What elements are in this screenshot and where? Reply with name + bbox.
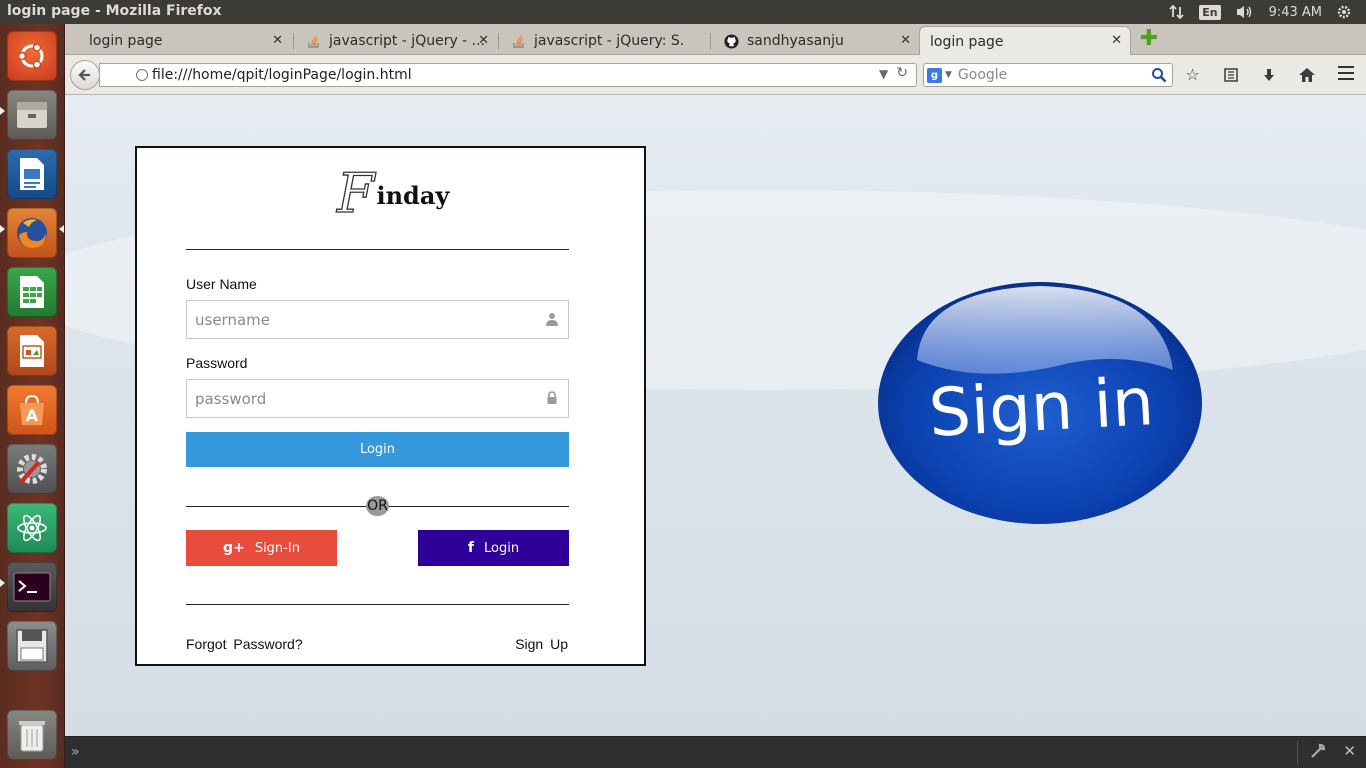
close-tab-icon[interactable]: ✕ bbox=[1111, 33, 1122, 48]
page-content: F inday User Name username Password pass… bbox=[65, 95, 1366, 736]
stackoverflow-icon bbox=[513, 35, 524, 48]
google-signin-button[interactable]: g+ Sign-In bbox=[186, 530, 337, 566]
new-tab-plus-icon[interactable]: ✚ bbox=[1139, 28, 1159, 50]
expand-chevron-icon[interactable]: » bbox=[71, 744, 80, 760]
stackoverflow-icon bbox=[308, 35, 319, 48]
sign-in-badge-text: Sign in bbox=[927, 363, 1156, 452]
close-tab-icon[interactable]: ✕ bbox=[478, 33, 489, 48]
home-icon[interactable] bbox=[1297, 65, 1316, 84]
volume-icon[interactable] bbox=[1235, 4, 1255, 20]
wrench-icon[interactable] bbox=[1310, 743, 1326, 763]
login-button[interactable]: Login bbox=[186, 432, 569, 467]
focused-indicator bbox=[59, 225, 64, 233]
navigation-bar: file:///home/qpit/loginPage/login.html ▼… bbox=[65, 55, 1366, 95]
tab-github[interactable]: sandhyasanju ✕ bbox=[714, 27, 919, 55]
tab-login-page-active[interactable]: login page ✕ bbox=[919, 26, 1131, 56]
reload-icon[interactable]: ↻ bbox=[896, 65, 908, 81]
menu-hamburger-icon[interactable] bbox=[1338, 66, 1354, 80]
or-badge: OR bbox=[366, 496, 389, 516]
username-input[interactable]: username bbox=[186, 300, 569, 339]
svg-text:A: A bbox=[26, 406, 39, 425]
login-card: F inday User Name username Password pass… bbox=[135, 146, 646, 666]
close-toolbar-icon[interactable]: ✕ bbox=[1343, 742, 1356, 760]
tab-jquery-1[interactable]: javascript - jQuery - ... ✕ bbox=[297, 27, 497, 55]
google-engine-icon[interactable]: g bbox=[927, 67, 942, 83]
software-center-icon[interactable]: A bbox=[7, 385, 57, 435]
google-signin-label: Sign-In bbox=[254, 540, 300, 556]
facebook-icon: f bbox=[467, 540, 474, 556]
bookmarks-list-icon[interactable] bbox=[1221, 65, 1240, 84]
finday-logo: F inday bbox=[336, 162, 450, 225]
google-plus-icon: g+ bbox=[223, 540, 245, 556]
github-icon bbox=[724, 33, 739, 49]
sign-up-link[interactable]: Sign Up bbox=[515, 636, 568, 652]
bookmark-star-icon[interactable]: ☆ bbox=[1183, 65, 1202, 84]
forgot-password-link[interactable]: Forgot Password? bbox=[186, 636, 303, 652]
system-settings-icon[interactable] bbox=[7, 444, 57, 494]
trash-icon[interactable] bbox=[7, 710, 57, 760]
files-icon[interactable] bbox=[7, 90, 57, 140]
close-tab-icon[interactable]: ✕ bbox=[900, 33, 911, 48]
divider bbox=[186, 604, 569, 605]
ubuntu-dash-icon[interactable] bbox=[7, 31, 57, 81]
running-indicator bbox=[0, 225, 5, 233]
developer-toolbar: » ✕ bbox=[65, 736, 1366, 768]
tab-jquery-2[interactable]: javascript - jQuery: S... bbox=[502, 27, 709, 55]
close-tab-icon[interactable]: ✕ bbox=[272, 33, 283, 48]
lock-icon bbox=[547, 391, 557, 404]
back-button[interactable] bbox=[70, 60, 100, 90]
window-title: login page - Mozilla Firefox bbox=[7, 3, 222, 19]
tab-login-page-1[interactable]: login page ✕ bbox=[79, 27, 291, 55]
firefox-icon[interactable] bbox=[7, 208, 57, 258]
running-indicator bbox=[0, 579, 5, 587]
search-icon[interactable] bbox=[1151, 67, 1167, 83]
atom-icon[interactable] bbox=[7, 503, 57, 553]
launcher: A bbox=[0, 24, 65, 768]
impress-icon[interactable] bbox=[7, 326, 57, 376]
sign-in-badge-image: Sign in bbox=[878, 282, 1202, 524]
tab-strip: login page ✕ javascript - jQuery - ... ✕… bbox=[65, 24, 1366, 56]
url-bar[interactable]: file:///home/qpit/loginPage/login.html ▼… bbox=[99, 63, 917, 87]
calc-icon[interactable] bbox=[7, 267, 57, 317]
password-input[interactable]: password bbox=[186, 379, 569, 418]
user-icon bbox=[546, 313, 558, 326]
facebook-login-button[interactable]: f Login bbox=[418, 530, 569, 566]
search-placeholder: Google bbox=[957, 67, 1008, 83]
keyboard-layout-indicator[interactable]: En bbox=[1199, 4, 1221, 20]
back-arrow-icon bbox=[78, 69, 90, 81]
search-bar[interactable]: g ▼ Google bbox=[923, 63, 1173, 87]
password-placeholder: password bbox=[195, 389, 267, 408]
download-icon[interactable] bbox=[1259, 65, 1278, 84]
facebook-login-label: Login bbox=[484, 540, 520, 556]
url-text: file:///home/qpit/loginPage/login.html bbox=[152, 67, 412, 83]
terminal-icon[interactable] bbox=[7, 562, 57, 612]
history-dropdown-icon[interactable]: ▼ bbox=[879, 67, 888, 81]
username-label: User Name bbox=[186, 276, 257, 292]
save-disk-icon[interactable] bbox=[7, 621, 57, 671]
username-placeholder: username bbox=[195, 310, 270, 329]
running-indicator bbox=[0, 107, 5, 115]
clock[interactable]: 9:43 AM bbox=[1269, 5, 1322, 20]
engine-dropdown-icon[interactable]: ▼ bbox=[945, 70, 952, 80]
network-arrows-icon[interactable] bbox=[1169, 4, 1185, 20]
writer-icon[interactable] bbox=[7, 149, 57, 199]
system-tray: En 9:43 AM bbox=[1169, 0, 1366, 24]
globe-icon bbox=[136, 69, 148, 81]
top-panel: login page - Mozilla Firefox En 9:43 AM bbox=[0, 0, 1366, 24]
password-label: Password bbox=[186, 355, 248, 371]
divider bbox=[186, 249, 569, 250]
settings-gear-icon[interactable] bbox=[1336, 4, 1352, 20]
